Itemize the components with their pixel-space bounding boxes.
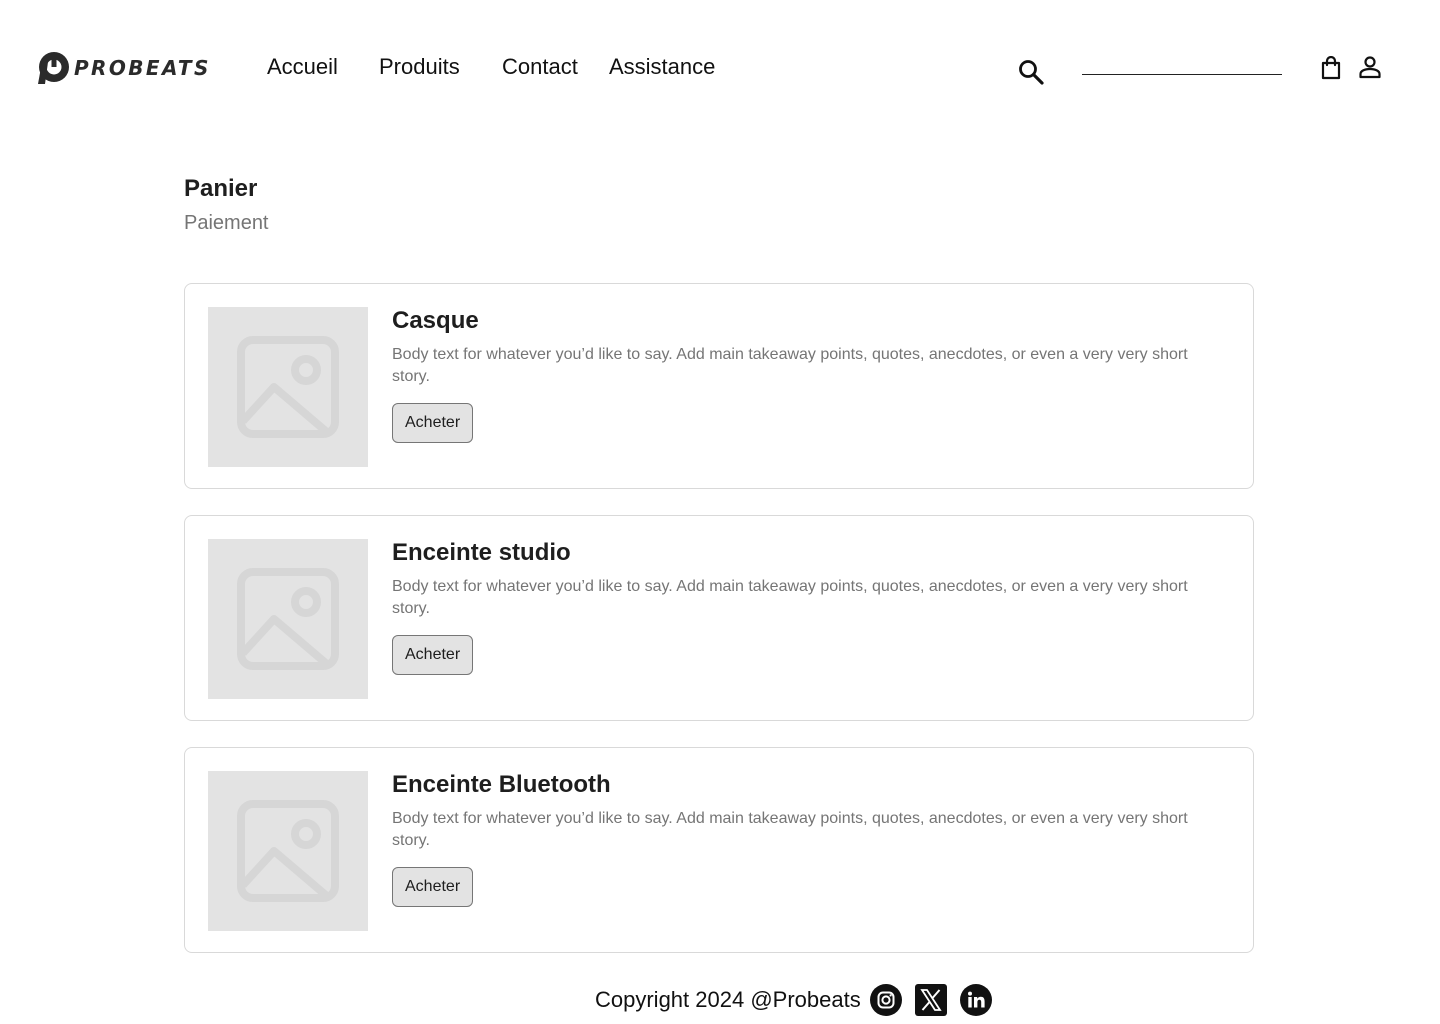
page-title: Panier: [184, 175, 258, 202]
search-input[interactable]: [1082, 52, 1282, 75]
product-title: Casque: [392, 307, 479, 334]
user-account-icon[interactable]: [1358, 55, 1382, 79]
product-image: [208, 539, 368, 699]
logo-mark-icon: [38, 52, 69, 84]
page-heading: Panier Paiement: [184, 174, 269, 236]
buy-button[interactable]: Acheter: [392, 403, 474, 443]
linkedin-icon[interactable]: [960, 984, 992, 1016]
site-header: PROBEATS Accueil Produits Contact Assist…: [0, 0, 1440, 136]
product-description: Body text for whatever you’d like to say…: [392, 578, 1188, 617]
buy-button[interactable]: Acheter: [392, 867, 474, 907]
page-subtitle: Paiement: [184, 212, 269, 234]
image-placeholder-icon: [237, 800, 339, 902]
buy-button[interactable]: Acheter: [392, 635, 474, 675]
nav-item-assistance[interactable]: Assistance: [609, 53, 715, 81]
product-info: Casque Body text for whatever you’d like…: [392, 306, 1222, 443]
product-title: Enceinte Bluetooth: [392, 771, 611, 798]
product-description: Body text for whatever you’d like to say…: [392, 346, 1188, 385]
product-card: Casque Body text for whatever you’d like…: [184, 283, 1254, 489]
product-info: Enceinte studio Body text for whatever y…: [392, 538, 1222, 675]
image-placeholder-icon: [237, 336, 339, 438]
search-icon[interactable]: [1017, 58, 1045, 86]
site-footer: Copyright 2024 @Probeats: [0, 982, 1440, 1022]
brand-logo[interactable]: PROBEATS: [34, 50, 211, 86]
product-card: Enceinte studio Body text for whatever y…: [184, 515, 1254, 721]
instagram-icon[interactable]: [870, 984, 902, 1016]
copyright-text: Copyright 2024 @Probeats: [595, 987, 861, 1012]
product-info: Enceinte Bluetooth Body text for whateve…: [392, 770, 1222, 907]
image-placeholder-icon: [237, 568, 339, 670]
product-title: Enceinte studio: [392, 539, 571, 566]
nav-item-produits[interactable]: Produits: [379, 53, 460, 81]
nav-item-contact[interactable]: Contact: [502, 53, 578, 81]
brand-name: PROBEATS: [74, 56, 211, 80]
nav-item-accueil[interactable]: Accueil: [267, 53, 338, 81]
product-image: [208, 771, 368, 931]
product-image: [208, 307, 368, 467]
product-description: Body text for whatever you’d like to say…: [392, 810, 1188, 849]
shopping-bag-icon[interactable]: [1320, 56, 1342, 80]
product-card: Enceinte Bluetooth Body text for whateve…: [184, 747, 1254, 953]
x-icon[interactable]: [915, 984, 947, 1016]
